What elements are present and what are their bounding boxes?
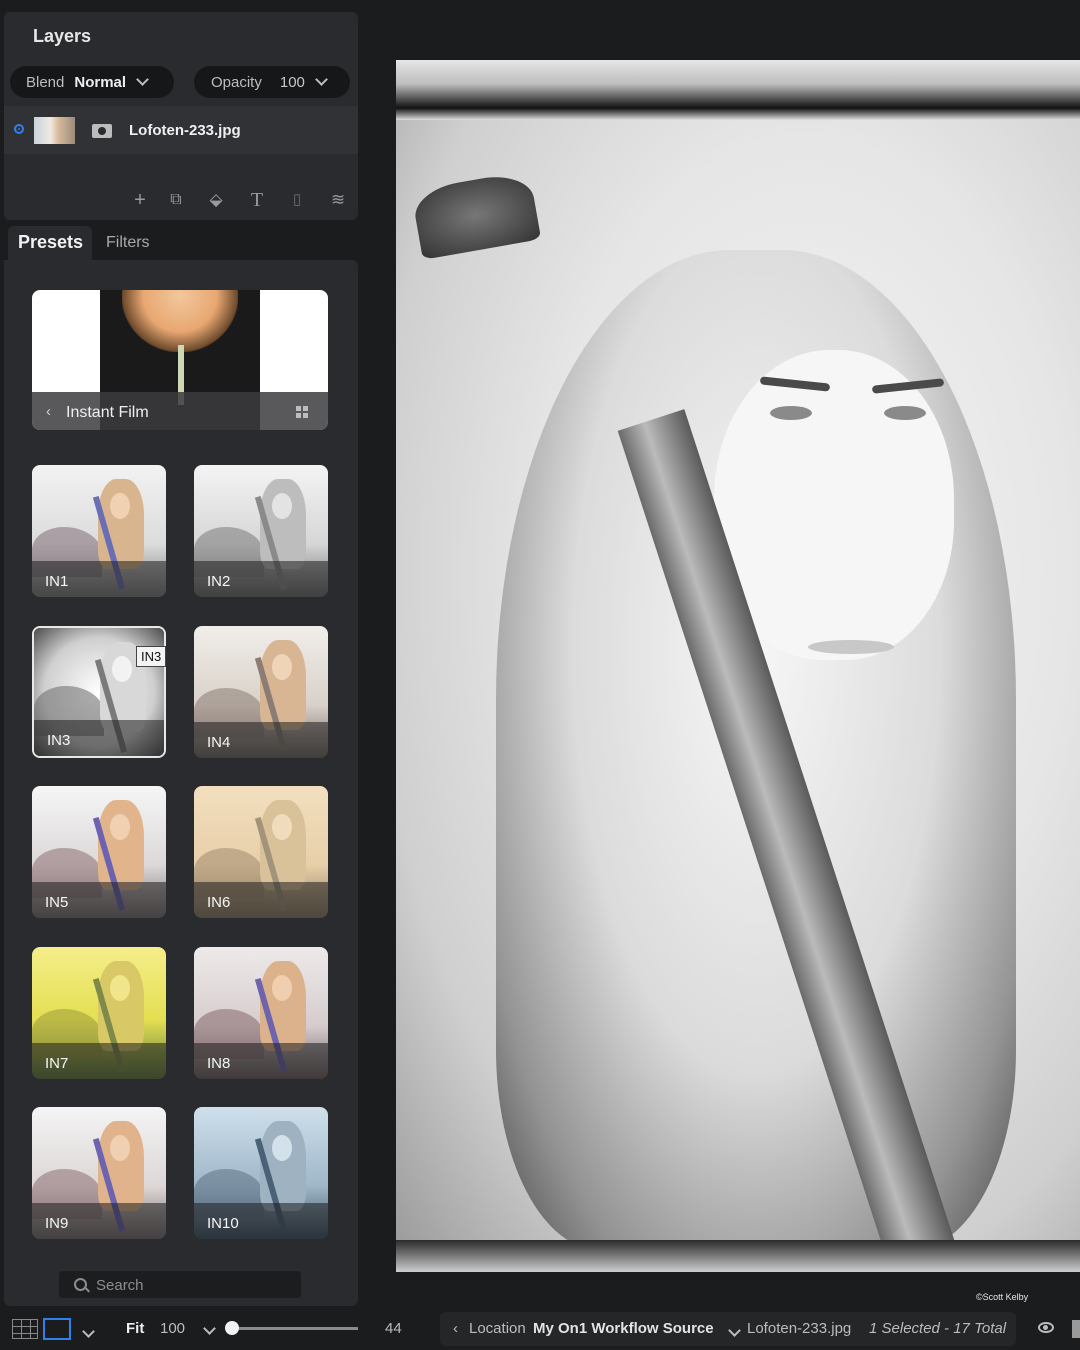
film-frame-bottom bbox=[396, 1240, 1080, 1272]
blend-value: Normal bbox=[74, 73, 127, 91]
opacity-dropdown[interactable]: Opacity 100 bbox=[194, 66, 350, 98]
preset-face bbox=[112, 656, 132, 682]
layers-title: Layers bbox=[33, 26, 92, 46]
preset-label: IN3 bbox=[47, 732, 71, 749]
grid-icon[interactable] bbox=[296, 406, 308, 418]
preset-thumbnail[interactable]: IN9 bbox=[32, 1107, 166, 1239]
preset-label: IN8 bbox=[207, 1055, 231, 1072]
single-view-icon[interactable] bbox=[43, 1318, 71, 1340]
location-label: Location bbox=[469, 1320, 526, 1337]
zoom-dropdown[interactable]: 100 bbox=[160, 1320, 217, 1337]
category-card[interactable]: ‹ Instant Film bbox=[32, 290, 328, 430]
slider-knob[interactable] bbox=[225, 1321, 239, 1335]
preset-thumbnail[interactable]: IN5 bbox=[32, 786, 166, 918]
preset-face bbox=[110, 493, 130, 519]
thumbnail-size-value: 44 bbox=[385, 1320, 402, 1337]
location-source[interactable]: My On1 Workflow Source bbox=[533, 1320, 714, 1337]
location-chevron-down-icon[interactable] bbox=[728, 1322, 741, 1340]
sword-hilt-shape bbox=[410, 170, 542, 260]
search-icon bbox=[74, 1278, 87, 1291]
mask-icon[interactable] bbox=[92, 124, 112, 138]
selection-count: 1 Selected - 17 Total bbox=[869, 1320, 1007, 1337]
preset-label: IN1 bbox=[45, 573, 69, 590]
preset-label: IN5 bbox=[45, 894, 69, 911]
preset-thumbnail[interactable]: IN6 bbox=[194, 786, 328, 918]
blend-dropdown[interactable]: Blend Normal bbox=[10, 66, 174, 98]
location-back-icon[interactable]: ‹ bbox=[453, 1320, 458, 1337]
blend-label: Blend bbox=[26, 73, 65, 91]
add-layer-icon[interactable]: + bbox=[127, 188, 153, 212]
mouth-shape bbox=[808, 640, 894, 654]
film-frame-top bbox=[396, 60, 1080, 120]
preset-thumbnail[interactable]: IN10 bbox=[194, 1107, 328, 1239]
preset-thumbnail[interactable]: IN8 bbox=[194, 947, 328, 1079]
zoom-value: 100 bbox=[160, 1320, 186, 1337]
photo-preview[interactable] bbox=[396, 120, 1080, 1248]
preset-label: IN2 bbox=[207, 573, 231, 590]
preset-face bbox=[272, 654, 292, 680]
grid-view-icon[interactable] bbox=[12, 1319, 38, 1339]
duplicate-layer-icon[interactable]: ⧉ bbox=[163, 188, 189, 212]
chevron-down-icon bbox=[136, 73, 149, 86]
category-label: Instant Film bbox=[66, 404, 149, 421]
preset-label: IN9 bbox=[45, 1215, 69, 1232]
back-chevron-icon[interactable]: ‹ bbox=[46, 403, 51, 420]
thumbnail-size-slider[interactable] bbox=[230, 1327, 358, 1330]
right-eye bbox=[884, 406, 926, 420]
layer-thumbnail bbox=[34, 117, 75, 144]
chevron-down-icon bbox=[203, 1322, 217, 1335]
flower-shape bbox=[122, 290, 238, 352]
chevron-down-icon bbox=[315, 73, 328, 86]
tab-presets[interactable]: Presets bbox=[18, 232, 83, 253]
panel-toggle-icon[interactable] bbox=[1072, 1320, 1080, 1338]
preset-label: IN10 bbox=[207, 1215, 239, 1232]
preset-face bbox=[272, 814, 292, 840]
search-placeholder: Search bbox=[96, 1277, 144, 1294]
eye-icon[interactable] bbox=[1038, 1322, 1054, 1333]
fill-bucket-icon[interactable]: ⬙ bbox=[203, 188, 229, 212]
preset-face bbox=[272, 1135, 292, 1161]
opacity-value: 100 bbox=[279, 73, 305, 91]
delete-layer-icon[interactable]: ▯ bbox=[284, 188, 310, 212]
tab-filters[interactable]: Filters bbox=[106, 234, 150, 252]
text-tool-icon[interactable]: T bbox=[244, 188, 270, 212]
preset-face bbox=[272, 975, 292, 1001]
location-file: Lofoten-233.jpg bbox=[747, 1320, 852, 1337]
preset-label: IN6 bbox=[207, 894, 231, 911]
opacity-label: Opacity bbox=[211, 73, 262, 91]
preset-label: IN7 bbox=[45, 1055, 69, 1072]
left-eye bbox=[770, 406, 812, 420]
preset-label: IN4 bbox=[207, 734, 231, 751]
preset-face bbox=[110, 1135, 130, 1161]
preset-thumbnail[interactable]: IN2 bbox=[194, 465, 328, 597]
fit-button[interactable]: Fit bbox=[126, 1320, 144, 1337]
preset-face bbox=[110, 814, 130, 840]
preset-tooltip: IN3 bbox=[136, 646, 167, 667]
view-chevron-down-icon[interactable] bbox=[82, 1323, 95, 1341]
photo-credit: ©Scott Kelby bbox=[976, 1292, 1029, 1302]
stack-layers-icon[interactable]: ≋ bbox=[325, 188, 351, 212]
layer-visibility-radio[interactable] bbox=[14, 124, 24, 134]
preset-face bbox=[272, 493, 292, 519]
preset-face bbox=[110, 975, 130, 1001]
preset-thumbnail[interactable]: IN7 bbox=[32, 947, 166, 1079]
preset-thumbnail[interactable]: IN4 bbox=[194, 626, 328, 758]
preset-thumbnail[interactable]: IN1 bbox=[32, 465, 166, 597]
layer-name: Lofoten-233.jpg bbox=[129, 122, 241, 139]
